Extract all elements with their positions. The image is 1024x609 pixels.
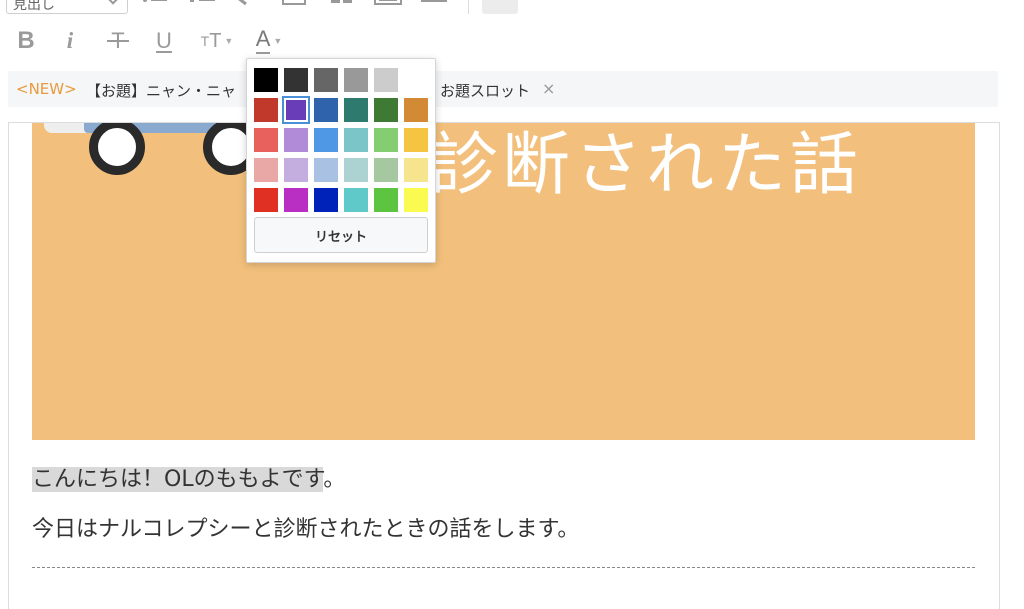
topic-title-start[interactable]: 【お題】ニャン・ニャ [86, 80, 236, 101]
color-swatch[interactable] [404, 68, 428, 92]
color-swatch[interactable] [314, 68, 338, 92]
color-swatch[interactable] [374, 128, 398, 152]
color-swatch[interactable] [284, 68, 308, 92]
color-swatch[interactable] [374, 98, 398, 122]
font-size-large-icon: T [209, 29, 222, 52]
color-swatch[interactable] [284, 188, 308, 212]
underline-button[interactable]: U [150, 24, 178, 58]
text-color-button[interactable]: A ▼ [248, 24, 290, 58]
topic-title-end[interactable]: お題スロット [440, 80, 530, 101]
strikethrough-icon: T [107, 28, 130, 53]
color-swatch[interactable] [254, 68, 278, 92]
paragraph-greeting-rest: 。 [323, 467, 346, 492]
embed-icon[interactable] [374, 0, 402, 6]
chevron-down-icon [107, 0, 119, 5]
color-swatch[interactable] [314, 98, 338, 122]
italic-icon: i [66, 28, 74, 53]
color-swatch[interactable] [284, 158, 308, 182]
horizontal-rule-icon[interactable] [420, 0, 448, 6]
bold-icon: B [17, 27, 35, 54]
top-toolbar: 見出し [0, 0, 1024, 18]
dashed-divider [32, 567, 975, 568]
heading-select[interactable]: 見出し [6, 0, 128, 14]
banner-image: 診断された話 [32, 123, 975, 440]
strikethrough-button[interactable]: T [104, 24, 132, 58]
underline-icon: U [156, 28, 172, 53]
toolbar-active-button[interactable] [482, 0, 518, 14]
color-swatch[interactable] [344, 98, 368, 122]
color-swatch[interactable] [344, 158, 368, 182]
editor-area[interactable]: 診断された話 こんにちは！OLのももよです。 今日はナルコレプシーと診断されたと… [8, 122, 1000, 609]
image-icon[interactable] [282, 0, 306, 6]
color-swatch[interactable] [404, 158, 428, 182]
color-swatch[interactable] [282, 96, 310, 124]
color-swatch[interactable] [344, 188, 368, 212]
text-color-icon: A [255, 28, 271, 54]
reset-button[interactable]: リセット [254, 217, 428, 253]
caret-down-icon: ▼ [273, 36, 283, 46]
color-swatch[interactable] [344, 128, 368, 152]
color-swatch[interactable] [374, 188, 398, 212]
bold-button[interactable]: B [12, 24, 40, 58]
color-swatch[interactable] [314, 188, 338, 212]
italic-button[interactable]: i [58, 24, 82, 58]
font-size-button[interactable]: T T ▼ [196, 24, 238, 58]
color-swatch[interactable] [314, 158, 338, 182]
bullet-list-icon[interactable] [142, 0, 168, 6]
color-swatch[interactable] [314, 128, 338, 152]
swatch-grid [254, 68, 428, 212]
wheel-icon [89, 123, 145, 175]
banner-title: 診断された話 [430, 126, 863, 205]
color-picker-popup: リセット [246, 58, 436, 263]
font-size-small-icon: T [200, 33, 210, 49]
selected-text: こんにちは！OLのももよです [32, 467, 324, 492]
paragraph-greeting[interactable]: こんにちは！OLのももよです。 [32, 461, 345, 493]
caret-down-icon: ▼ [224, 36, 234, 46]
color-swatch[interactable] [404, 98, 428, 122]
color-swatch[interactable] [284, 128, 308, 152]
table-icon[interactable] [330, 0, 354, 6]
color-swatch[interactable] [254, 98, 278, 122]
color-swatch[interactable] [404, 128, 428, 152]
format-toolbar: B i T U T T ▼ A ▼ [0, 24, 320, 58]
heading-select-value: 見出し [13, 0, 55, 13]
color-swatch[interactable] [254, 128, 278, 152]
color-swatch[interactable] [374, 158, 398, 182]
color-swatch[interactable] [254, 188, 278, 212]
category-bar: <NEW> 【お題】ニャン・ニャ お題スロット × [8, 71, 998, 107]
link-icon[interactable] [236, 0, 254, 6]
paragraph-intro[interactable]: 今日はナルコレプシーと診断されたときの話をします。 [32, 511, 579, 543]
color-swatch[interactable] [374, 68, 398, 92]
color-swatch[interactable] [344, 68, 368, 92]
color-swatch[interactable] [404, 188, 428, 212]
color-swatch[interactable] [254, 158, 278, 182]
close-icon[interactable]: × [542, 79, 555, 98]
toolbar-separator [468, 0, 469, 14]
numbered-list-icon[interactable] [190, 0, 216, 6]
new-tag: <NEW> [16, 80, 77, 98]
